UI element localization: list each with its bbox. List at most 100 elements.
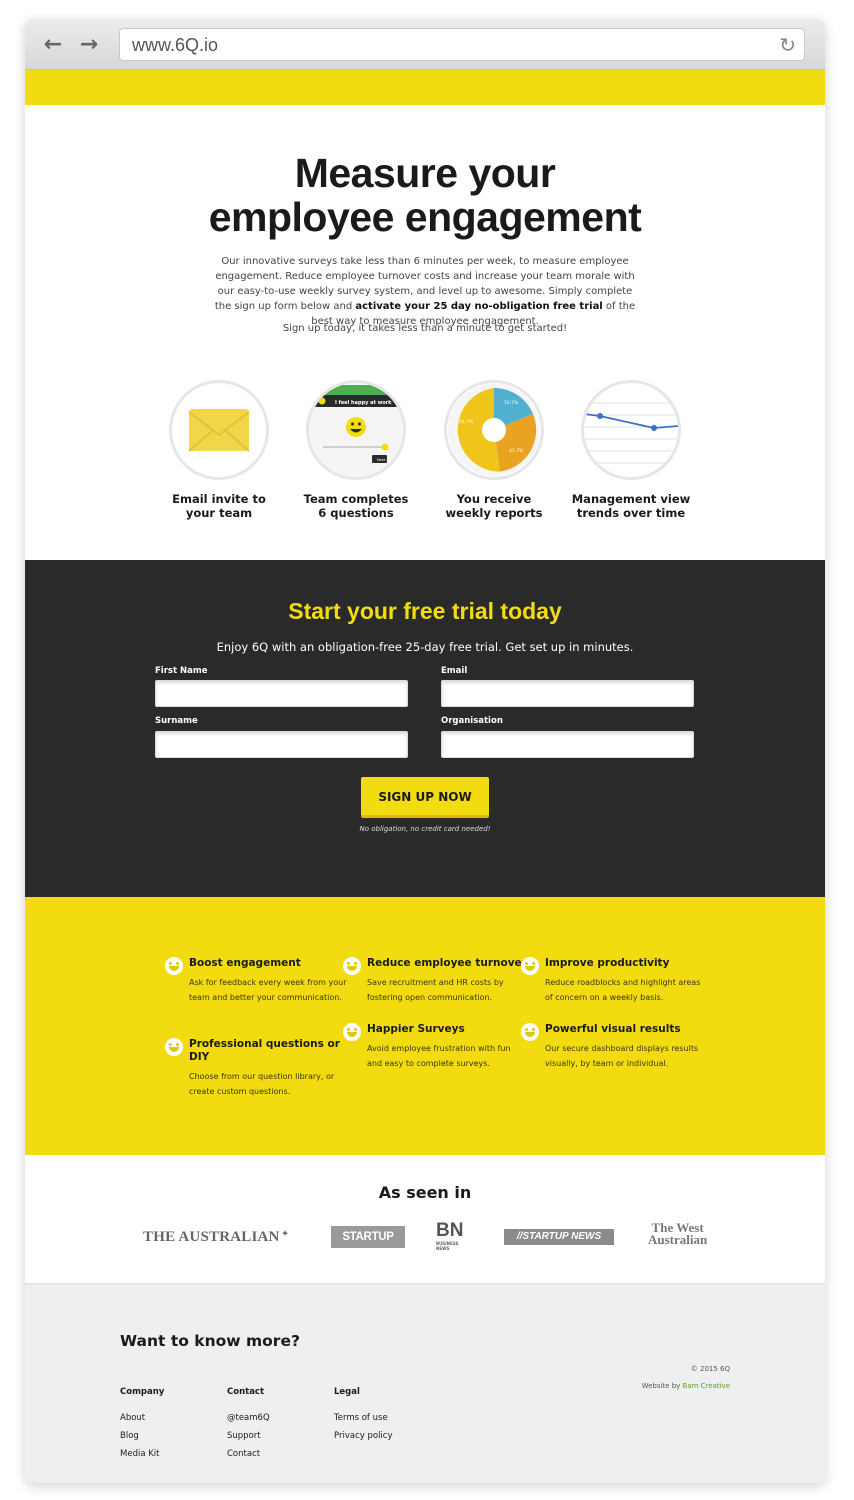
- smiley-icon: [165, 1038, 183, 1056]
- free-trial-section: Start your free trial today Enjoy 6Q wit…: [25, 560, 825, 897]
- as-seen-in-section: As seen in THE AUSTRALIAN ✦ STARTUP DAIL…: [25, 1155, 825, 1285]
- footer-column-company: Company About Blog Media Kit: [120, 1387, 164, 1463]
- signup-note: Sign up today, it takes less than a minu…: [282, 323, 568, 334]
- footer-column-contact: Contact @team6Q Support Contact: [227, 1387, 270, 1463]
- step-label-line-2: 6 questions: [318, 506, 394, 520]
- step-label: Management view trends over time: [561, 492, 701, 520]
- startup-news-logo: //STARTUP NEWS: [504, 1229, 614, 1245]
- forward-arrow-icon[interactable]: →: [77, 34, 101, 56]
- smiley-icon: [521, 957, 539, 975]
- west-australian-line-2: Australian: [648, 1232, 708, 1247]
- the-australian-logo: THE AUSTRALIAN ✦: [143, 1229, 289, 1245]
- footer-link-media-kit[interactable]: Media Kit: [120, 1445, 164, 1463]
- footer-heading: Legal: [334, 1387, 360, 1397]
- intro-paragraph: Our innovative surveys take less than 6 …: [210, 254, 640, 329]
- first-name-input[interactable]: [155, 680, 408, 707]
- step-label: You receive weekly reports: [424, 492, 564, 520]
- footer-heading: Contact: [227, 1387, 265, 1397]
- pie-label-right: 41.7%: [509, 449, 524, 454]
- back-arrow-icon[interactable]: ←: [41, 34, 65, 56]
- survey-card-illustration-icon: I feel happy at work Next ›: [306, 380, 406, 480]
- url-text[interactable]: www.6Q.io: [132, 35, 218, 56]
- benefit-text: Save recruitment and HR costs by fosteri…: [367, 978, 504, 1002]
- as-seen-in-title: As seen in: [378, 1183, 472, 1202]
- no-obligation-note: No obligation, no credit card needed!: [359, 825, 491, 833]
- benefit-title: Boost engagement: [189, 957, 301, 969]
- footer-column-legal: Legal Terms of use Privacy policy: [334, 1387, 393, 1445]
- intro-bold-text: activate your 25 day no-obligation free …: [355, 301, 603, 312]
- benefit-text: Choose from our question library, or cre…: [189, 1072, 335, 1096]
- trial-title: Start your free trial today: [288, 598, 562, 624]
- the-west-australian-logo: The West Australian: [648, 1221, 708, 1247]
- benefit-text: Our secure dashboard displays results vi…: [545, 1044, 699, 1068]
- footer-link-terms[interactable]: Terms of use: [334, 1409, 393, 1427]
- sign-up-button[interactable]: SIGN UP NOW: [361, 777, 489, 818]
- copyright-block: © 2015 6Q Website by Bam Creative: [642, 1361, 730, 1395]
- organisation-input[interactable]: [441, 731, 694, 758]
- footer-link-support[interactable]: Support: [227, 1427, 270, 1445]
- startup-daily-logo: STARTUP DAILY: [331, 1226, 405, 1265]
- website-credit: Website by Bam Creative: [642, 1378, 730, 1395]
- step-label: Team completes 6 questions: [286, 492, 426, 520]
- top-yellow-bar: [25, 70, 825, 105]
- benefit-item: Happier Surveys Avoid employee frustrati…: [343, 1023, 527, 1071]
- footer-link-contact[interactable]: Contact: [227, 1445, 270, 1463]
- pie-chart-illustration-icon: 10.7% 41.7% 41.7%: [444, 380, 544, 480]
- footer-link-privacy[interactable]: Privacy policy: [334, 1427, 393, 1445]
- step-team-completes: I feel happy at work Next › Team complet…: [286, 380, 426, 520]
- bn-logo-letters: BN: [436, 1220, 464, 1241]
- bn-logo-subtitle: BUSINESS NEWS: [436, 1241, 459, 1251]
- email-input[interactable]: [441, 680, 694, 707]
- step-email-invite: Email invite to your team: [149, 380, 289, 520]
- first-name-label: First Name: [155, 666, 208, 676]
- trend-line-illustration-icon: [581, 380, 681, 480]
- address-bar[interactable]: www.6Q.io ↻: [119, 28, 805, 61]
- step-label: Email invite to your team: [149, 492, 289, 520]
- the-australian-logo-text: THE AUSTRALIAN: [143, 1229, 280, 1245]
- title-line-2: employee engagement: [208, 194, 642, 240]
- surname-label: Surname: [155, 716, 198, 726]
- benefit-item: Powerful visual results Our secure dashb…: [521, 1023, 705, 1071]
- step-label-line-2: weekly reports: [445, 506, 543, 520]
- benefit-item: Professional questions or DIY Choose fro…: [165, 1038, 349, 1099]
- web-page: Measure your employee engagement Our inn…: [25, 70, 825, 1483]
- step-label-line-1: Email invite to: [172, 492, 266, 506]
- page-title: Measure your employee engagement: [25, 151, 825, 239]
- browser-toolbar: ← → www.6Q.io ↻: [25, 19, 825, 70]
- footer-link-blog[interactable]: Blog: [120, 1427, 164, 1445]
- smiley-icon: [343, 957, 361, 975]
- hero-section: Measure your employee engagement Our inn…: [25, 105, 825, 560]
- bam-creative-link[interactable]: Bam Creative: [683, 1382, 730, 1390]
- benefit-text: Reduce roadblocks and highlight areas of…: [545, 978, 701, 1002]
- trial-subtitle: Enjoy 6Q with an obligation-free 25-day …: [216, 640, 634, 654]
- survey-card-next: Next ›: [377, 458, 388, 462]
- benefit-text: Ask for feedback every week from your te…: [189, 978, 347, 1002]
- step-management-trends: Management view trends over time: [561, 380, 701, 520]
- smiley-icon: [343, 1023, 361, 1041]
- organisation-label: Organisation: [441, 716, 503, 726]
- step-label-line-1: Management view: [571, 492, 691, 506]
- envelope-illustration-icon: [169, 380, 269, 480]
- step-label-line-2: your team: [185, 506, 253, 520]
- title-line-1: Measure your: [294, 150, 556, 196]
- footer-link-about[interactable]: About: [120, 1409, 164, 1427]
- pie-label-left: 41.7%: [459, 420, 474, 425]
- benefit-title: Happier Surveys: [367, 1023, 465, 1035]
- benefit-item: Boost engagement Ask for feedback every …: [165, 957, 349, 1005]
- copyright-text: © 2015 6Q: [690, 1365, 730, 1373]
- smiley-icon: [165, 957, 183, 975]
- pie-label-blue: 10.7%: [504, 401, 519, 406]
- smiley-icon: [521, 1023, 539, 1041]
- footer-link-twitter[interactable]: @team6Q: [227, 1409, 270, 1427]
- survey-card-text: I feel happy at work: [335, 400, 392, 406]
- benefit-item: Improve productivity Reduce roadblocks a…: [521, 957, 705, 1005]
- step-label-line-1: You receive: [456, 492, 532, 506]
- step-label-line-1: Team completes: [303, 492, 409, 506]
- credit-prefix: Website by: [641, 1382, 683, 1390]
- benefit-text: Avoid employee frustration with fun and …: [367, 1044, 511, 1068]
- reload-icon[interactable]: ↻: [779, 33, 796, 57]
- step-weekly-reports: 10.7% 41.7% 41.7% You receive weekly rep…: [424, 380, 564, 520]
- footer-heading: Company: [120, 1387, 165, 1397]
- surname-input[interactable]: [155, 731, 408, 758]
- email-label: Email: [441, 666, 468, 676]
